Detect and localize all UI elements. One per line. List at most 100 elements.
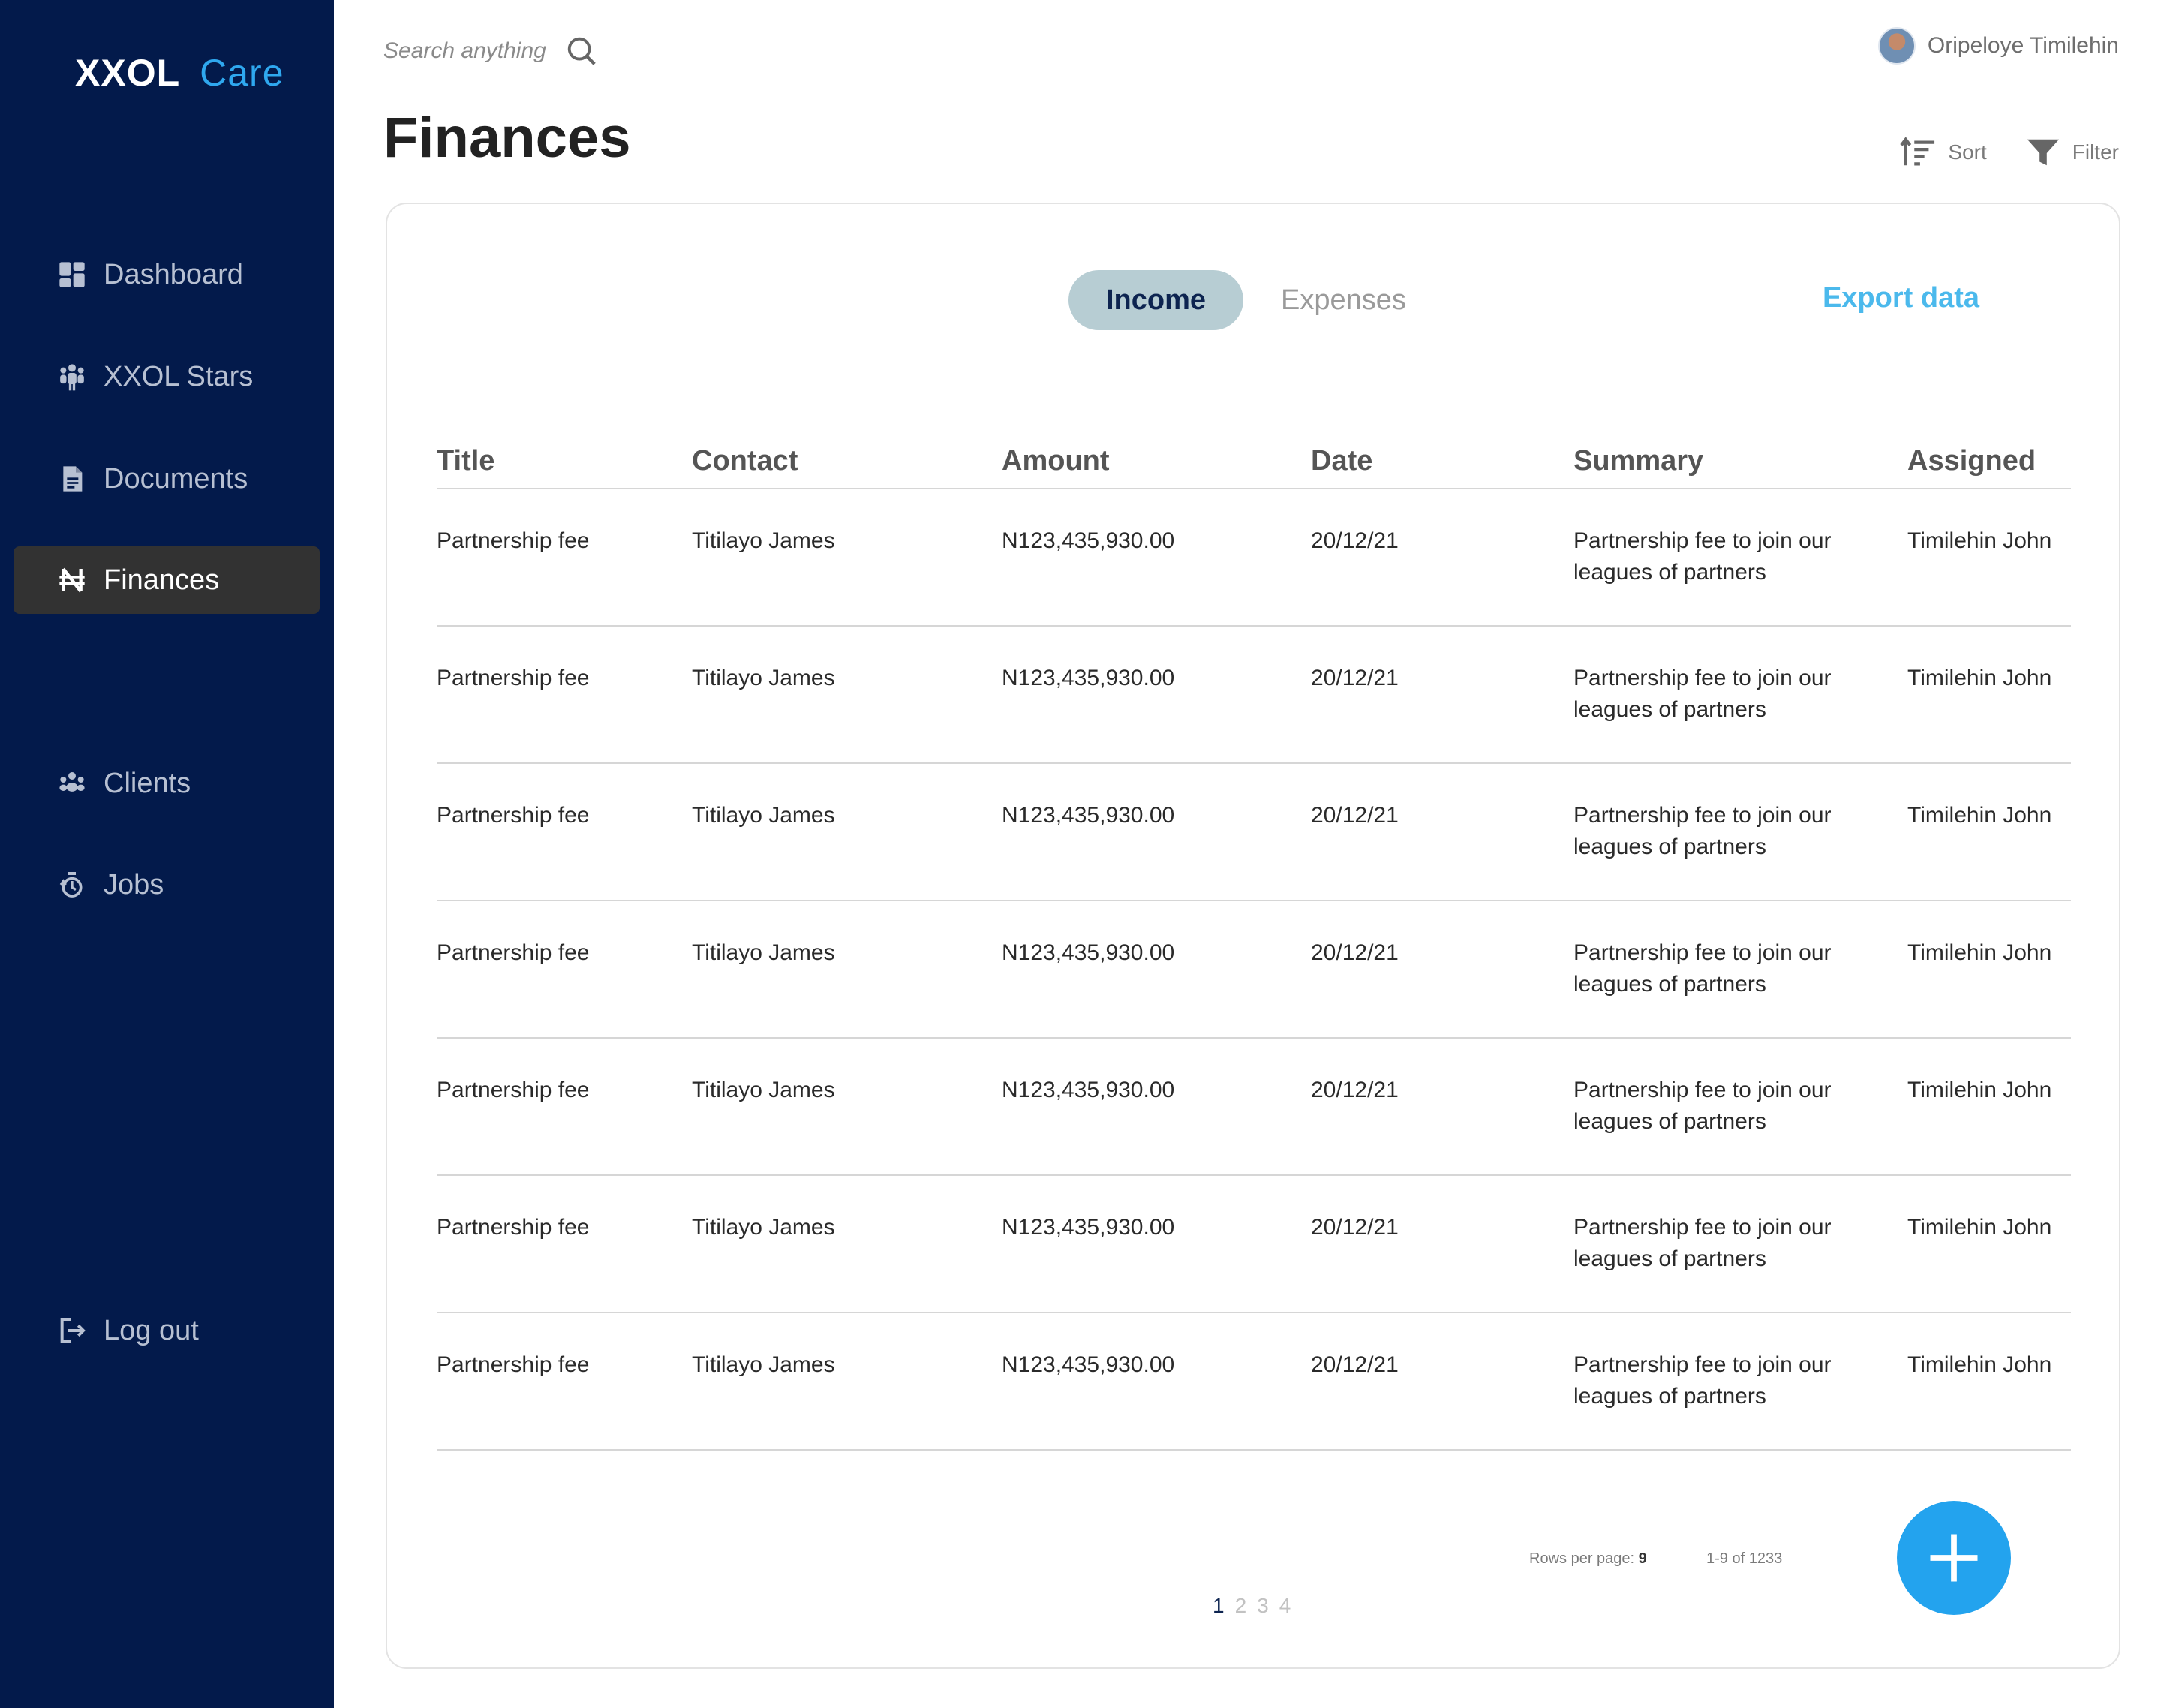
cell-date: 20/12/21 bbox=[1311, 1313, 1573, 1451]
cell-date: 20/12/21 bbox=[1311, 901, 1573, 1039]
sidebar-item-label: Jobs bbox=[104, 868, 164, 901]
finances-table: Title Contact Amount Date Summary Assign… bbox=[437, 444, 2071, 1451]
sidebar-item-label: XXOL Stars bbox=[104, 360, 254, 392]
cell-amount: N123,435,930.00 bbox=[1002, 1313, 1311, 1451]
cell-summary: Partnership fee to join our leagues of p… bbox=[1573, 1175, 1907, 1313]
table-row[interactable]: Partnership fee Titilayo James N123,435,… bbox=[437, 763, 2071, 901]
cell-title: Partnership fee bbox=[437, 626, 692, 764]
table-row[interactable]: Partnership fee Titilayo James N123,435,… bbox=[437, 1313, 2071, 1451]
cell-date: 20/12/21 bbox=[1311, 489, 1573, 627]
cell-title: Partnership fee bbox=[437, 489, 692, 627]
tab-income[interactable]: Income bbox=[1068, 270, 1244, 330]
sidebar-item-xxol-stars[interactable]: XXOL Stars bbox=[14, 343, 320, 410]
cell-date: 20/12/21 bbox=[1311, 1038, 1573, 1176]
sidebar-item-documents[interactable]: Documents bbox=[14, 445, 320, 513]
page-link[interactable]: 1 bbox=[1213, 1594, 1225, 1618]
table-row[interactable]: Partnership fee Titilayo James N123,435,… bbox=[437, 1038, 2071, 1176]
cell-contact: Titilayo James bbox=[692, 1175, 1002, 1313]
logout-label: Log out bbox=[104, 1314, 199, 1346]
page-link[interactable]: 3 bbox=[1257, 1594, 1269, 1618]
cell-amount: N123,435,930.00 bbox=[1002, 1038, 1311, 1176]
cell-summary: Partnership fee to join our leagues of p… bbox=[1573, 1313, 1907, 1451]
cell-title: Partnership fee bbox=[437, 901, 692, 1039]
cell-assigned: Timilehin John bbox=[1907, 901, 2071, 1039]
filter-label: Filter bbox=[2072, 140, 2119, 164]
filter-icon bbox=[2027, 139, 2059, 166]
rows-per-page-label: Rows per page: bbox=[1529, 1550, 1635, 1567]
cell-assigned: Timilehin John bbox=[1907, 1038, 2071, 1176]
cell-summary: Partnership fee to join our leagues of p… bbox=[1573, 1038, 1907, 1176]
cell-date: 20/12/21 bbox=[1311, 763, 1573, 901]
sidebar-item-label: Finances bbox=[104, 564, 220, 596]
sidebar-item-clients[interactable]: Clients bbox=[14, 750, 320, 817]
logout-button[interactable]: Log out bbox=[14, 1297, 320, 1364]
column-header-amount[interactable]: Amount bbox=[1002, 444, 1311, 489]
cell-assigned: Timilehin John bbox=[1907, 489, 2071, 627]
cell-contact: Titilayo James bbox=[692, 1038, 1002, 1176]
logout-icon bbox=[54, 1313, 90, 1349]
sort-label: Sort bbox=[1948, 140, 1987, 164]
clients-icon bbox=[54, 765, 90, 801]
sidebar: XXOL Care Dashboard XXOL Stars Documents … bbox=[0, 0, 334, 1708]
document-icon bbox=[54, 461, 90, 497]
cell-contact: Titilayo James bbox=[692, 626, 1002, 764]
column-header-date[interactable]: Date bbox=[1311, 444, 1573, 489]
jobs-icon bbox=[54, 867, 90, 903]
sidebar-item-label: Documents bbox=[104, 462, 248, 495]
search-icon[interactable] bbox=[564, 34, 599, 68]
cell-contact: Titilayo James bbox=[692, 901, 1002, 1039]
table-row[interactable]: Partnership fee Titilayo James N123,435,… bbox=[437, 489, 2071, 627]
cell-title: Partnership fee bbox=[437, 1175, 692, 1313]
search-input[interactable]: Search anything bbox=[383, 38, 546, 64]
dashboard-icon bbox=[54, 257, 90, 293]
tab-expenses[interactable]: Expenses bbox=[1243, 270, 1444, 330]
logo[interactable]: XXOL Care bbox=[75, 51, 284, 95]
search-bar[interactable]: Search anything bbox=[383, 30, 599, 72]
sidebar-item-finances[interactable]: Finances bbox=[14, 546, 320, 614]
sidebar-item-jobs[interactable]: Jobs bbox=[14, 851, 320, 919]
add-entry-button[interactable] bbox=[1897, 1501, 2011, 1615]
toolbar: Sort Filter bbox=[1862, 135, 2119, 170]
table-row[interactable]: Partnership fee Titilayo James N123,435,… bbox=[437, 901, 2071, 1039]
sidebar-item-label: Clients bbox=[104, 767, 191, 799]
cell-title: Partnership fee bbox=[437, 763, 692, 901]
sort-button[interactable]: Sort bbox=[1900, 135, 1987, 170]
cell-assigned: Timilehin John bbox=[1907, 763, 2071, 901]
page-link[interactable]: 2 bbox=[1235, 1594, 1247, 1618]
column-header-summary[interactable]: Summary bbox=[1573, 444, 1907, 489]
cell-amount: N123,435,930.00 bbox=[1002, 626, 1311, 764]
user-menu[interactable]: Oripeloye Timilehin bbox=[1877, 27, 2119, 65]
column-header-assigned[interactable]: Assigned bbox=[1907, 444, 2071, 489]
avatar[interactable] bbox=[1877, 27, 1916, 65]
pagination: 1 2 3 4 bbox=[1213, 1594, 1301, 1618]
user-name: Oripeloye Timilehin bbox=[1927, 33, 2119, 58]
cell-assigned: Timilehin John bbox=[1907, 1313, 2071, 1451]
logo-suffix: Care bbox=[200, 52, 284, 94]
column-header-contact[interactable]: Contact bbox=[692, 444, 1002, 489]
cell-contact: Titilayo James bbox=[692, 763, 1002, 901]
cell-summary: Partnership fee to join our leagues of p… bbox=[1573, 626, 1907, 764]
export-data-button[interactable]: Export data bbox=[1823, 282, 1979, 314]
column-header-title[interactable]: Title bbox=[437, 444, 692, 489]
cell-amount: N123,435,930.00 bbox=[1002, 489, 1311, 627]
filter-button[interactable]: Filter bbox=[2024, 135, 2119, 170]
cell-amount: N123,435,930.00 bbox=[1002, 901, 1311, 1039]
cell-assigned: Timilehin John bbox=[1907, 626, 2071, 764]
page-title: Finances bbox=[383, 106, 631, 170]
tab-bar: Income Expenses bbox=[1068, 270, 1444, 330]
naira-icon bbox=[54, 562, 90, 598]
table-row[interactable]: Partnership fee Titilayo James N123,435,… bbox=[437, 626, 2071, 764]
cell-date: 20/12/21 bbox=[1311, 1175, 1573, 1313]
sort-icon bbox=[1900, 137, 1935, 166]
cell-contact: Titilayo James bbox=[692, 489, 1002, 627]
sidebar-item-label: Dashboard bbox=[104, 258, 243, 290]
rows-per-page-value[interactable]: 9 bbox=[1639, 1550, 1647, 1567]
table-row[interactable]: Partnership fee Titilayo James N123,435,… bbox=[437, 1175, 2071, 1313]
cell-contact: Titilayo James bbox=[692, 1313, 1002, 1451]
pagination-range: 1-9 of 1233 bbox=[1706, 1550, 1783, 1567]
cell-title: Partnership fee bbox=[437, 1038, 692, 1176]
rows-per-page[interactable]: Rows per page: 9 bbox=[1529, 1550, 1647, 1568]
page-link[interactable]: 4 bbox=[1279, 1594, 1291, 1618]
sidebar-item-dashboard[interactable]: Dashboard bbox=[14, 241, 320, 308]
cell-summary: Partnership fee to join our leagues of p… bbox=[1573, 489, 1907, 627]
